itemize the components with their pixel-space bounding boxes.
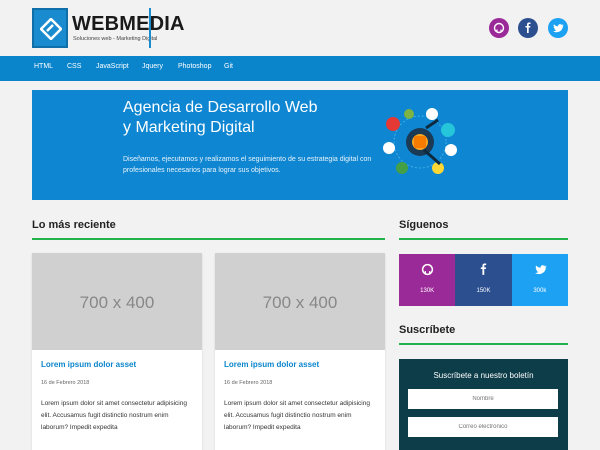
post-card[interactable]: 700 x 400 Lorem ipsum dolor asset 16 de … (215, 253, 385, 450)
logo-mark-icon (32, 8, 68, 48)
nav-item-javascript[interactable]: JavaScript (96, 63, 129, 70)
latest-heading: Lo más reciente (32, 219, 116, 231)
placeholder-size-label: 700 x 400 (79, 293, 155, 312)
nav-item-git[interactable]: Git (224, 63, 233, 70)
nav-item-jquery[interactable]: Jquery (142, 63, 163, 70)
brand-tagline: Soluciones web - Marketing Digital (73, 36, 158, 42)
hero-title-line-2: y Marketing Digital (123, 119, 255, 136)
twitter-icon (534, 265, 547, 275)
follow-github-button[interactable]: 130K (399, 254, 456, 306)
post-date: 16 de Febrero 2018 (41, 380, 90, 386)
follow-facebook-button[interactable]: 150K (455, 254, 512, 306)
github-icon (493, 22, 505, 34)
github-follower-count: 130K (420, 288, 435, 294)
digital-marketing-illustration-icon (383, 108, 457, 174)
brand-name: WEBMEDIA (72, 13, 185, 35)
post-image-placeholder[interactable]: 700 x 400 (32, 253, 202, 350)
follow-heading-underline (399, 238, 568, 240)
post-title-link[interactable]: Lorem ipsum dolor asset (41, 360, 136, 369)
twitter-follower-count: 300k (533, 288, 547, 294)
hero-title: Agencia de Desarrollo Web y Marketing Di… (123, 98, 373, 138)
follow-heading: Síguenos (399, 219, 449, 231)
subscribe-heading: Suscríbete (399, 324, 456, 336)
nav-item-html[interactable]: HTML (34, 63, 53, 70)
placeholder-size-label: 700 x 400 (262, 293, 338, 312)
post-excerpt: Lorem ipsum dolor sit amet consectetur a… (41, 400, 187, 431)
nav-item-css[interactable]: CSS (67, 63, 81, 70)
site-logo[interactable]: WEBMEDIA Soluciones web - Marketing Digi… (32, 8, 185, 48)
twitter-icon (553, 24, 564, 33)
post-image-placeholder[interactable]: 700 x 400 (215, 253, 385, 350)
subscribe-heading-underline (399, 343, 568, 345)
hero-banner: Agencia de Desarrollo Web y Marketing Di… (32, 90, 568, 200)
header-twitter-button[interactable] (548, 18, 568, 38)
post-card[interactable]: 700 x 400 Lorem ipsum dolor asset 16 de … (32, 253, 202, 450)
email-input[interactable] (408, 417, 558, 437)
facebook-icon (481, 263, 487, 275)
post-excerpt: Lorem ipsum dolor sit amet consectetur a… (224, 400, 370, 431)
follow-twitter-button[interactable]: 300k (511, 254, 568, 306)
main-nav: HTML CSS JavaScript Jquery Photoshop Git (0, 56, 600, 81)
site-header: WEBMEDIA Soluciones web - Marketing Digi… (0, 0, 600, 56)
post-date: 16 de Febrero 2018 (224, 380, 273, 386)
facebook-follower-count: 150K (476, 288, 491, 294)
logo-divider (149, 8, 151, 48)
latest-heading-underline (32, 238, 385, 240)
hero-description: Diseñamos, ejecutamos y realizamos el se… (123, 156, 372, 174)
facebook-icon (525, 22, 531, 33)
name-input[interactable] (408, 389, 558, 409)
nav-item-photoshop[interactable]: Photoshop (178, 63, 211, 70)
subscribe-form: Suscríbete a nuestro boletín (399, 359, 568, 450)
header-facebook-button[interactable] (518, 18, 538, 38)
hero-title-line-1: Agencia de Desarrollo Web (123, 99, 318, 116)
subscribe-form-title: Suscríbete a nuestro boletín (433, 371, 534, 380)
post-title-link[interactable]: Lorem ipsum dolor asset (224, 360, 319, 369)
header-github-button[interactable] (489, 18, 509, 38)
github-icon (421, 263, 434, 276)
follow-box: 130K 150K 300k (399, 254, 568, 306)
